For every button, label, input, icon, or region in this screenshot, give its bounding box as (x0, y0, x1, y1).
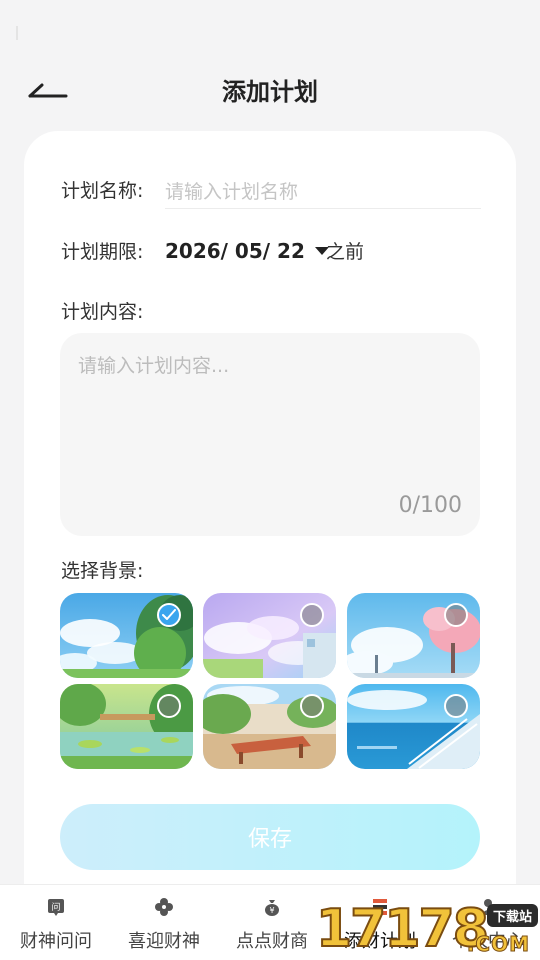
unselected-radio-icon (157, 694, 181, 718)
tab-label: 财神问问 (20, 931, 92, 952)
deadline-date-value: 2026/ 05/ 22 (165, 239, 305, 263)
unselected-radio-icon (444, 603, 468, 627)
save-button[interactable]: 保存 (60, 804, 480, 870)
page-title: 添加计划 (222, 78, 318, 106)
background-option-6[interactable] (347, 684, 480, 769)
background-option-5[interactable] (203, 684, 336, 769)
plan-content-box: 0/100 (60, 333, 480, 536)
tab-diandian-caishang[interactable]: ¥ 点点财商 (218, 885, 326, 960)
tab-xiying-caishen[interactable]: 喜迎财神 (110, 885, 218, 960)
watermark-badge: 下载站 (486, 904, 538, 927)
plan-name-input[interactable] (165, 175, 481, 209)
background-option-3[interactable] (347, 593, 480, 678)
svg-text:¥: ¥ (269, 906, 274, 915)
status-indicator (16, 26, 18, 40)
char-counter: 0/100 (398, 493, 462, 518)
plan-deadline-row: 计划期限: 2026/ 05/ 22 之前 (61, 236, 481, 266)
background-option-4[interactable] (60, 684, 193, 769)
watermark-domain: .COM (466, 932, 530, 957)
header: 添加计划 (0, 60, 540, 116)
question-card-icon: 问 (48, 899, 64, 916)
plan-form-card: 计划名称: 计划期限: 2026/ 05/ 22 之前 计划内容: 0/100 … (24, 131, 516, 931)
unselected-radio-icon (300, 694, 324, 718)
plan-name-row: 计划名称: (61, 175, 481, 211)
status-bar (0, 0, 540, 48)
plan-content-label: 计划内容: (61, 301, 144, 323)
unselected-radio-icon (300, 603, 324, 627)
plan-name-label: 计划名称: (61, 180, 144, 202)
watermark-digits: 17178 (315, 899, 490, 959)
background-option-2[interactable] (203, 593, 336, 678)
selected-check-icon (157, 603, 181, 627)
tab-caishen-wenwen[interactable]: 问 财神问问 (2, 885, 110, 960)
tab-label: 点点财商 (236, 931, 308, 952)
deadline-suffix: 之前 (326, 241, 365, 263)
site-watermark-logo: 17178 下载站 .COM (315, 898, 540, 960)
svg-text:问: 问 (51, 901, 60, 913)
clover-icon (155, 898, 173, 916)
background-label: 选择背景: (61, 560, 144, 582)
background-option-1[interactable] (60, 593, 193, 678)
plan-content-textarea[interactable] (78, 351, 462, 481)
money-bag-icon: ¥ (265, 900, 279, 916)
plan-deadline-label: 计划期限: (61, 241, 144, 263)
background-grid (60, 593, 480, 769)
tab-label: 喜迎财神 (128, 931, 200, 952)
deadline-date-picker[interactable]: 2026/ 05/ 22 (165, 236, 329, 266)
unselected-radio-icon (444, 694, 468, 718)
